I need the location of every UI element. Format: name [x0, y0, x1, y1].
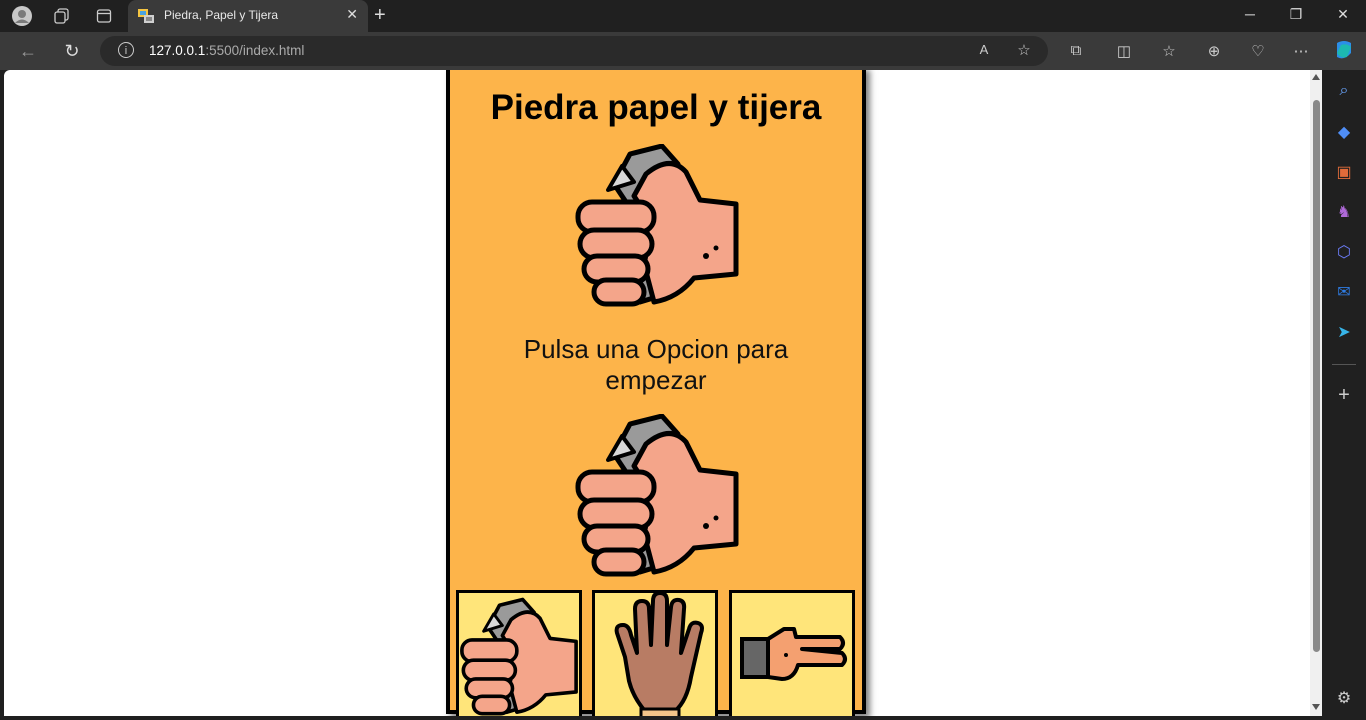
rock-fist-icon	[575, 144, 739, 307]
site-info-icon[interactable]: i	[118, 42, 134, 58]
read-aloud-icon[interactable]: A	[974, 42, 994, 57]
url-path: :5500/index.html	[205, 43, 305, 58]
url-host: 127.0.0.1	[149, 43, 206, 58]
minimize-icon[interactable]: ─	[1240, 6, 1260, 22]
tab-active[interactable]: Piedra, Papel y Tijera ✕	[128, 0, 368, 32]
status-message: Pulsa una Opcion para empezar	[523, 334, 789, 395]
games-icon[interactable]: ♞	[1334, 202, 1354, 222]
send-icon[interactable]: ➤	[1334, 322, 1354, 342]
edge-sidebar: ⌕ ◆ ▣ ♞ ⬡ ✉ ➤ + ⚙	[1322, 70, 1366, 720]
game-panel: Piedra papel y tijera Pulsa una Opcion p…	[446, 70, 866, 716]
shopping-tag-icon[interactable]: ◆	[1334, 122, 1354, 142]
option-paper-button[interactable]	[592, 590, 718, 716]
option-scissors-button[interactable]	[729, 590, 855, 716]
extensions-icon[interactable]: ⧉	[1066, 42, 1086, 59]
game-title: Piedra papel y tijera	[490, 88, 822, 127]
favorite-star-icon[interactable]: ☆	[1014, 41, 1034, 59]
close-window-icon[interactable]: ✕	[1333, 6, 1353, 23]
more-menu-icon[interactable]: ⋯	[1291, 42, 1311, 60]
tab-close-icon[interactable]: ✕	[346, 6, 358, 23]
scrollbar-thumb[interactable]	[1313, 100, 1320, 652]
refresh-icon[interactable]: ↻	[61, 41, 83, 62]
tab-actions-icon[interactable]	[94, 6, 114, 26]
address-bar[interactable]: i 127.0.0.1:5500/index.html A ☆	[100, 36, 1048, 66]
option-rock-button[interactable]	[456, 590, 582, 716]
tab-favicon-icon	[138, 9, 154, 23]
split-screen-icon[interactable]: ◫	[1114, 42, 1134, 60]
search-icon[interactable]: ⌕	[1334, 82, 1354, 102]
restore-icon[interactable]: ❐	[1286, 6, 1306, 23]
title-bar: Piedra, Papel y Tijera ✕ + ─ ❐ ✕	[0, 0, 1366, 32]
sidebar-settings-icon[interactable]: ⚙	[1334, 688, 1354, 708]
page-scrollbar[interactable]	[1310, 70, 1322, 716]
collections-icon[interactable]: ⊕	[1204, 42, 1224, 60]
add-sidebar-app-icon[interactable]: +	[1334, 384, 1354, 406]
sidebar-divider	[1332, 364, 1356, 365]
browser-toolbar: ← ↻ i 127.0.0.1:5500/index.html A ☆ ⧉ ◫ …	[0, 32, 1366, 70]
rock-fist-icon	[575, 414, 739, 577]
profile-icon[interactable]	[12, 6, 32, 26]
tools-briefcase-icon[interactable]: ▣	[1334, 162, 1354, 182]
page-viewport: Piedra papel y tijera Pulsa una Opcion p…	[4, 70, 1322, 716]
favorites-icon[interactable]: ☆	[1159, 42, 1179, 60]
scroll-down-arrow-icon[interactable]	[1312, 704, 1320, 710]
open-hand-icon	[614, 591, 704, 716]
rock-fist-icon	[460, 597, 578, 716]
outlook-icon[interactable]: ✉	[1334, 282, 1354, 302]
url-text[interactable]: 127.0.0.1:5500/index.html	[149, 43, 304, 58]
scissors-hand-icon	[740, 627, 847, 681]
copilot-icon[interactable]	[1333, 39, 1353, 65]
browser-essentials-icon[interactable]: ♡	[1248, 42, 1268, 60]
scroll-up-arrow-icon[interactable]	[1312, 74, 1320, 80]
m365-icon[interactable]: ⬡	[1334, 242, 1354, 262]
workspaces-icon[interactable]	[52, 6, 72, 26]
back-icon[interactable]: ←	[17, 41, 39, 62]
new-tab-button[interactable]: +	[374, 4, 386, 27]
tab-title: Piedra, Papel y Tijera	[164, 8, 279, 22]
